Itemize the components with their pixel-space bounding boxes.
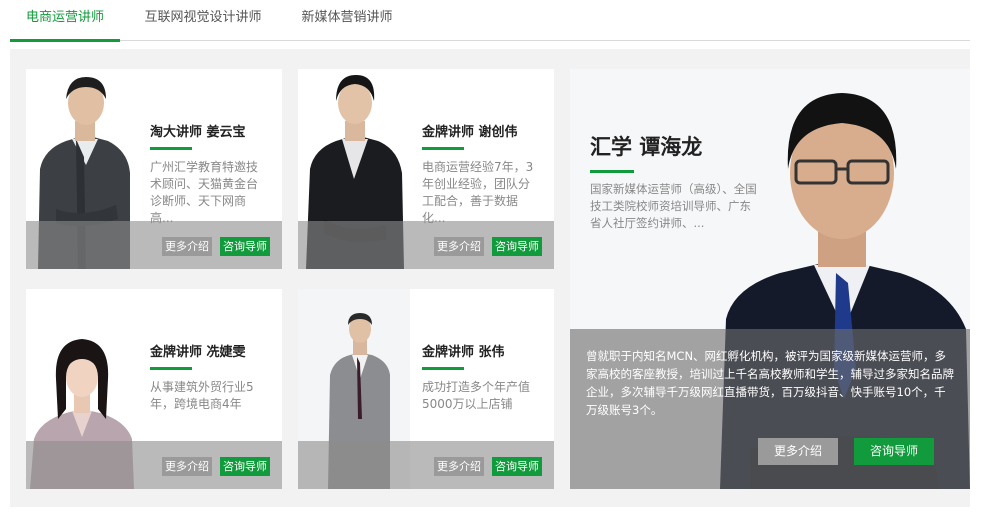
title-underline bbox=[422, 147, 464, 150]
lecturer-description: 电商运营经验7年，3年创业经验，团队分工配合，善于数据化... bbox=[422, 160, 534, 225]
tab-new-media-lecturer[interactable]: 新媒体营销讲师 bbox=[292, 0, 402, 41]
more-info-button[interactable]: 更多介绍 bbox=[434, 457, 484, 476]
lecturer-card: 金牌讲师 张伟 成功打造多个年产值5000万以上店铺 更多介绍 咨询导师 bbox=[298, 289, 554, 489]
more-info-button[interactable]: 更多介绍 bbox=[162, 237, 212, 256]
featured-description: 国家新媒体运营师（高级）、全国技工类院校师资培训导师、广东省人社厅签约讲师、..… bbox=[590, 182, 757, 230]
featured-lecturer-card: 汇学 谭海龙 国家新媒体运营师（高级）、全国技工类院校师资培训导师、广东省人社厅… bbox=[570, 69, 970, 489]
lecturer-description: 从事建筑外贸行业5年，跨境电商4年 bbox=[150, 380, 254, 411]
consult-mentor-button[interactable]: 咨询导师 bbox=[492, 237, 542, 256]
featured-bio: 曾就职于内知名MCN、网红孵化机构，被评为国家级新媒体运营师，多家高校的客座教授… bbox=[586, 349, 954, 417]
lecturer-title: 金牌讲师 张伟 bbox=[422, 345, 505, 360]
lecturer-card: 淘大讲师 姜云宝 广州汇学教育特邀技术顾问、天猫黄金台诊断师、天下网商高... … bbox=[26, 69, 282, 269]
card-action-bar: 更多介绍 咨询导师 bbox=[26, 441, 282, 489]
card-action-bar: 更多介绍 咨询导师 bbox=[298, 441, 554, 489]
lecturer-description: 成功打造多个年产值5000万以上店铺 bbox=[422, 380, 531, 411]
card-action-bar: 更多介绍 咨询导师 bbox=[26, 221, 282, 269]
tab-bar: 电商运营讲师 互联网视觉设计讲师 新媒体营销讲师 bbox=[10, 0, 970, 42]
lecturer-card: 金牌讲师 冼婕雯 从事建筑外贸行业5年，跨境电商4年 更多介绍 咨询导师 bbox=[26, 289, 282, 489]
more-info-button[interactable]: 更多介绍 bbox=[162, 457, 212, 476]
title-underline bbox=[422, 367, 464, 370]
tab-ecommerce-lecturer[interactable]: 电商运营讲师 bbox=[10, 0, 120, 42]
title-underline bbox=[150, 147, 192, 150]
title-underline bbox=[590, 170, 634, 173]
featured-consult-mentor-button[interactable]: 咨询导师 bbox=[854, 438, 934, 465]
lecturer-title: 金牌讲师 谢创伟 bbox=[422, 125, 518, 140]
featured-more-info-button[interactable]: 更多介绍 bbox=[758, 438, 838, 465]
consult-mentor-button[interactable]: 咨询导师 bbox=[220, 237, 270, 256]
lecturer-panel: 淘大讲师 姜云宝 广州汇学教育特邀技术顾问、天猫黄金台诊断师、天下网商高... … bbox=[10, 49, 970, 507]
featured-bio-overlay: 曾就职于内知名MCN、网红孵化机构，被评为国家级新媒体运营师，多家高校的客座教授… bbox=[570, 329, 970, 489]
title-underline bbox=[150, 367, 192, 370]
consult-mentor-button[interactable]: 咨询导师 bbox=[220, 457, 270, 476]
featured-title: 汇学 谭海龙 bbox=[590, 135, 703, 159]
lecturer-title: 金牌讲师 冼婕雯 bbox=[150, 345, 246, 360]
lecturer-card: 金牌讲师 谢创伟 电商运营经验7年，3年创业经验，团队分工配合，善于数据化...… bbox=[298, 69, 554, 269]
tab-visual-design-lecturer[interactable]: 互联网视觉设计讲师 bbox=[138, 0, 268, 41]
lecturer-title: 淘大讲师 姜云宝 bbox=[150, 125, 246, 140]
more-info-button[interactable]: 更多介绍 bbox=[434, 237, 484, 256]
consult-mentor-button[interactable]: 咨询导师 bbox=[492, 457, 542, 476]
card-action-bar: 更多介绍 咨询导师 bbox=[298, 221, 554, 269]
lecturer-description: 广州汇学教育特邀技术顾问、天猫黄金台诊断师、天下网商高... bbox=[150, 160, 259, 225]
